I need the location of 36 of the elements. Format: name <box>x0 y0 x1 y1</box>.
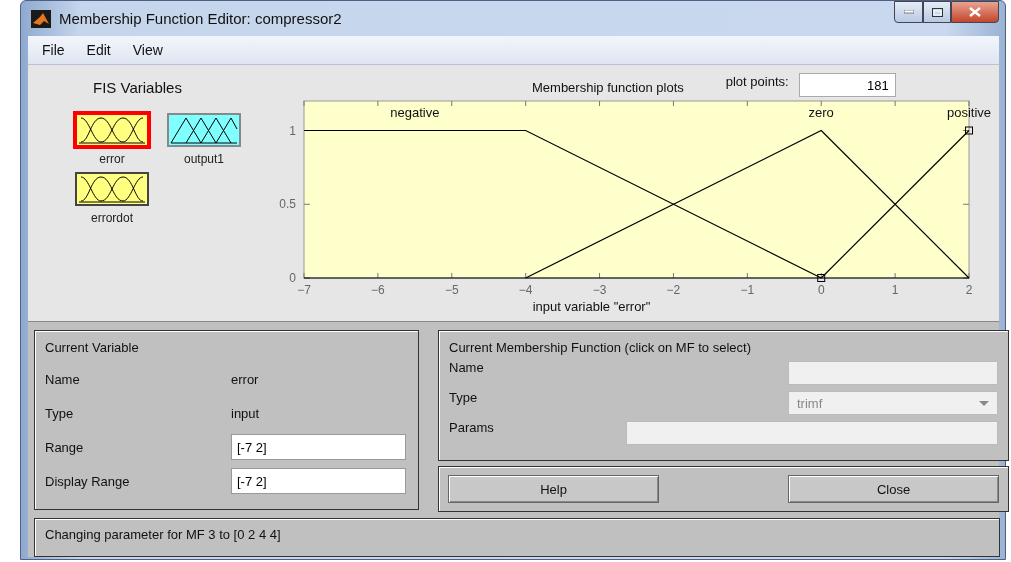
tick-label: −1 <box>740 283 755 297</box>
tick-label: 0.5 <box>279 197 296 212</box>
field-label: plot points: <box>725 74 789 89</box>
tick-label: 2 <box>965 283 973 297</box>
panel-title: Current Membership Function (click on MF to select) <box>449 340 751 355</box>
panel-title: Current Variable <box>45 340 139 355</box>
field-label: Name <box>45 371 81 387</box>
variable-label: errordot <box>91 211 133 225</box>
tick-label: 0 <box>817 283 825 297</box>
variable-label: output1 <box>183 152 224 166</box>
tick-label: 1 <box>891 283 899 297</box>
field-label: Range <box>45 439 85 455</box>
field-label: Type <box>449 390 478 405</box>
tick-label: −6 <box>371 283 385 297</box>
field-label: Params <box>449 420 494 435</box>
status-message: Changing parameter for MF 3 to [0 2 4 4] <box>45 526 281 542</box>
variable-label: error <box>99 152 125 166</box>
curve-label: positive <box>946 105 992 120</box>
chart-title: Membership function plots <box>532 80 684 95</box>
tick-label: −3 <box>592 283 607 297</box>
curve-label: zero <box>808 105 834 120</box>
axis-title: input variable "error" <box>532 299 651 314</box>
section-title: FIS Variables <box>93 79 182 96</box>
field-label: Display Range <box>45 473 131 489</box>
field-label: Type <box>45 405 75 421</box>
tick-label: −7 <box>297 283 311 297</box>
tick-label: −4 <box>518 283 533 297</box>
field-label: Name <box>449 360 484 375</box>
tick-label: 0 <box>289 271 296 285</box>
field-value: error <box>231 371 259 387</box>
tick-label: −2 <box>666 283 681 297</box>
window-title: Membership Function Editor: compressor2 <box>59 10 342 27</box>
tick-label: −5 <box>444 283 459 297</box>
field-value: input <box>231 405 260 421</box>
tick-label: 1 <box>289 123 296 138</box>
curve-label: negative <box>390 105 440 120</box>
